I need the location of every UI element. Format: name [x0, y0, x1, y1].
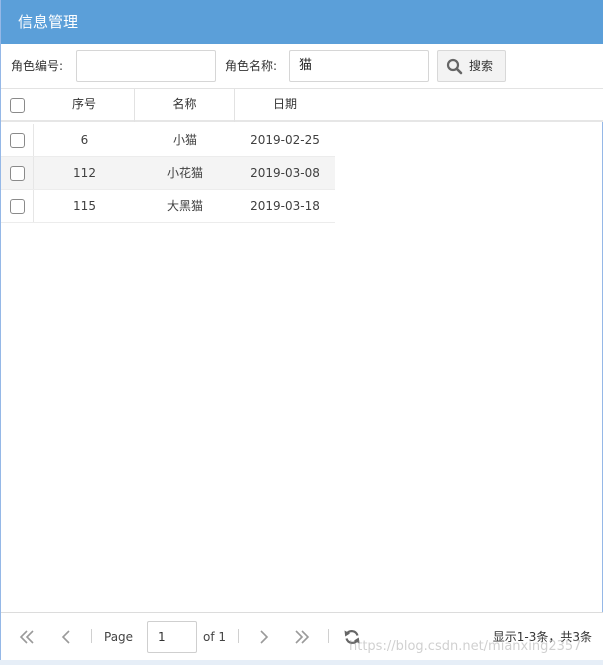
row-checkbox-cell [1, 157, 34, 189]
row-checkbox-cell [1, 190, 34, 222]
pager-separator [328, 629, 329, 643]
page-label: Page [104, 630, 134, 644]
row-date: 2019-03-18 [250, 199, 320, 213]
row-name: 小花猫 [166, 166, 203, 180]
page-number-input[interactable]: 1 [147, 621, 197, 653]
row-checkbox-cell [1, 124, 34, 156]
role-name-label: 角色名称: [225, 59, 278, 73]
table-row[interactable]: 6 小猫 2019-02-25 [1, 124, 335, 157]
header-date[interactable]: 日期 [235, 89, 335, 122]
panel-title: 信息管理 [18, 13, 79, 31]
row-id: 112 [73, 166, 96, 180]
row-checkbox[interactable] [10, 133, 25, 148]
search-icon [446, 58, 463, 75]
pager-separator [91, 629, 92, 643]
header-id[interactable]: 序号 [34, 89, 135, 122]
row-date: 2019-03-08 [250, 166, 320, 180]
panel-header: 信息管理 [1, 0, 603, 44]
header-name[interactable]: 名称 [135, 89, 235, 122]
header-checkbox-cell [1, 89, 34, 122]
row-name: 小猫 [172, 133, 197, 147]
next-page-icon[interactable] [253, 627, 273, 647]
search-button[interactable]: 搜索 [437, 50, 506, 82]
pager-separator [238, 629, 239, 643]
role-name-input[interactable]: 猫 [289, 50, 429, 82]
info-panel: 信息管理 角色编号: 角色名称: 猫 搜索 序号 名称 日期 6 小猫 2019… [0, 0, 603, 665]
row-checkbox[interactable] [10, 199, 25, 214]
last-page-icon[interactable] [292, 627, 312, 647]
row-id: 6 [80, 133, 89, 147]
role-id-input[interactable] [76, 50, 216, 82]
row-name: 大黑猫 [166, 199, 203, 213]
search-toolbar: 角色编号: 角色名称: 猫 搜索 [1, 44, 603, 89]
row-date: 2019-02-25 [250, 133, 320, 147]
bottom-strip [0, 660, 603, 665]
page-count-label: of 1 [203, 630, 227, 644]
watermark-text: https://blog.csdn.net/mianxing2357 [349, 639, 582, 654]
row-checkbox[interactable] [10, 166, 25, 181]
role-id-label: 角色编号: [11, 59, 64, 73]
table-row[interactable]: 115 大黑猫 2019-03-18 [1, 190, 335, 223]
search-button-label: 搜索 [469, 59, 494, 73]
grid-header: 序号 名称 日期 [1, 89, 603, 122]
row-id: 115 [73, 199, 96, 213]
table-row[interactable]: 112 小花猫 2019-03-08 [1, 157, 335, 190]
prev-page-icon[interactable] [57, 627, 77, 647]
select-all-checkbox[interactable] [10, 98, 25, 113]
first-page-icon[interactable] [17, 627, 37, 647]
